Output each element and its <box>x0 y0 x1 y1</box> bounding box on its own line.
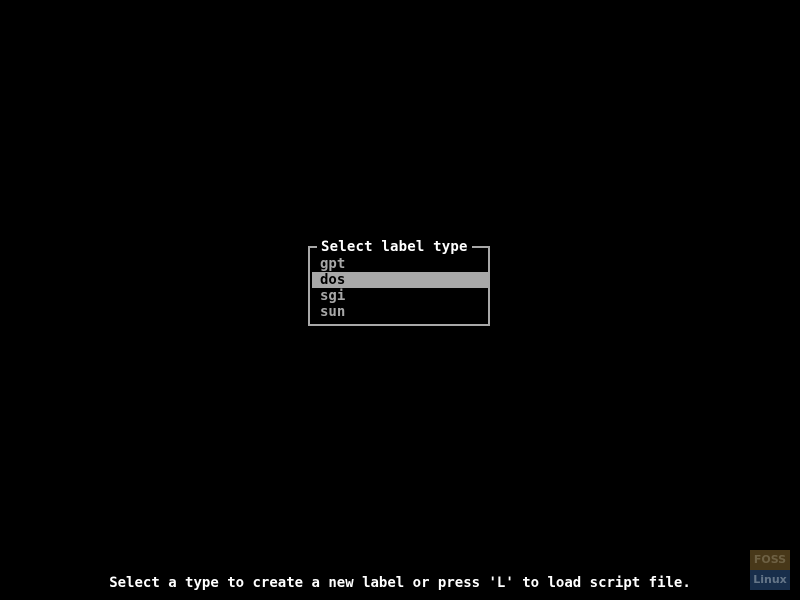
dialog-title: Select label type <box>317 239 472 255</box>
option-sgi[interactable]: sgi <box>312 288 488 304</box>
label-type-dialog: Select label type gpt dos sgi sun <box>308 239 490 326</box>
option-dos[interactable]: dos <box>312 272 488 288</box>
watermark-top-text: FOSS <box>750 550 790 570</box>
watermark-bottom-text: Linux <box>750 570 790 590</box>
foss-linux-watermark-logo: FOSS Linux <box>750 550 790 590</box>
option-gpt[interactable]: gpt <box>312 256 488 272</box>
status-message: Select a type to create a new label or p… <box>109 575 691 591</box>
label-type-list: gpt dos sgi sun <box>312 256 488 320</box>
option-sun[interactable]: sun <box>312 304 488 320</box>
